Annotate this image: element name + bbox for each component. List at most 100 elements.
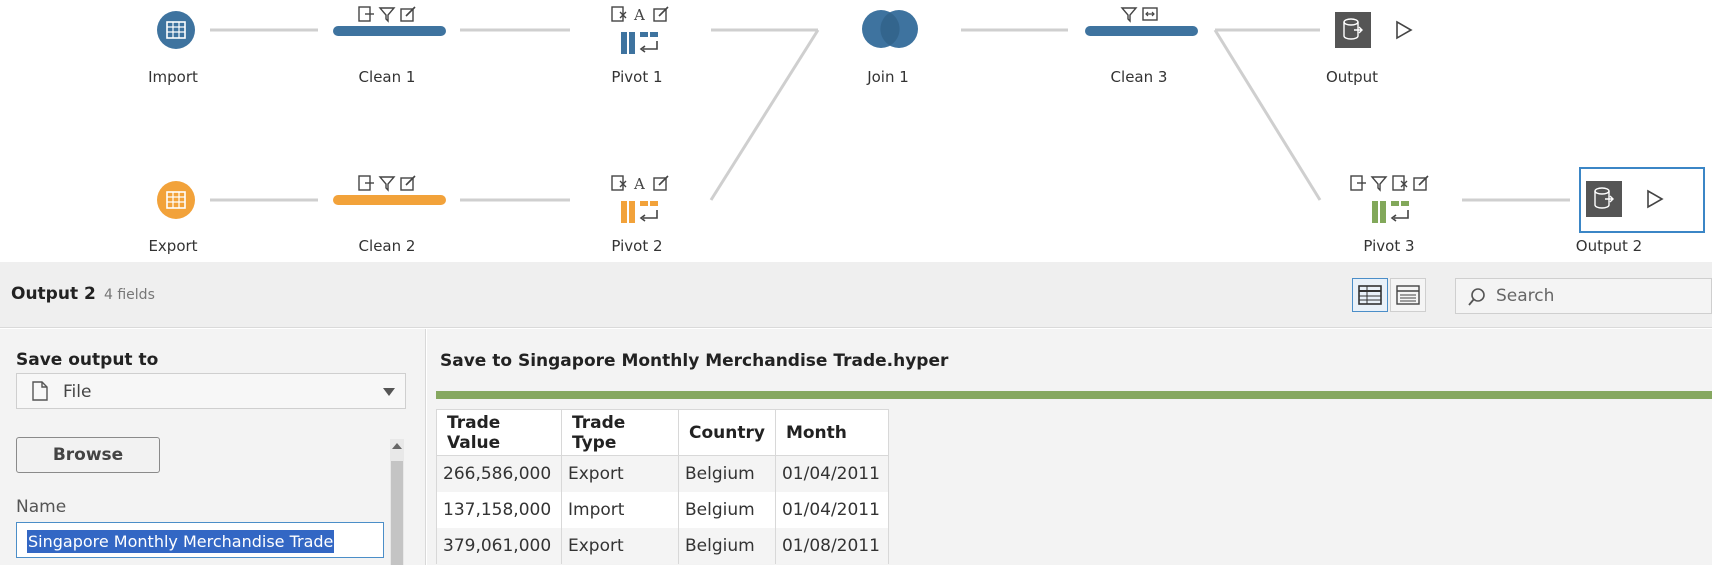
run-output2-button[interactable] [1645, 189, 1665, 213]
remove-field-icon [611, 175, 627, 191]
cell: 266,586,000 [436, 455, 562, 492]
header-row: Trade Value Trade Type Country Month [436, 409, 889, 456]
name-input[interactable]: Singapore Monthly Merchandise Trade [16, 522, 384, 558]
progress-fill [436, 391, 1712, 399]
rename-icon [358, 6, 374, 22]
flow-connections [210, 28, 1570, 202]
node-label-join1: Join 1 [867, 68, 909, 86]
search-icon [1468, 288, 1485, 306]
filter-icon [378, 7, 396, 23]
edit-icon [653, 175, 669, 191]
cell: 01/04/2011 [774, 455, 889, 492]
list-view-icon [1396, 285, 1420, 305]
table-icon [157, 181, 195, 219]
clean3-tools [1120, 5, 1159, 23]
preview-pane: Save to Singapore Monthly Merchandise Tr… [427, 329, 1712, 565]
pivot-icon [1372, 201, 1409, 223]
pivot2-tools: A [610, 174, 670, 192]
flow-canvas[interactable]: Import Clean 1 A Pivot 1 Join 1 Clean 3 … [0, 0, 1712, 262]
output2-node-selected[interactable] [1579, 167, 1705, 233]
pivot1-tools: A [610, 5, 670, 23]
cell: 01/04/2011 [774, 491, 889, 528]
filter-icon [378, 176, 396, 192]
output2-node[interactable] [1586, 181, 1622, 217]
clean1-node[interactable] [333, 26, 446, 36]
node-label-clean1: Clean 1 [358, 68, 416, 86]
node-label-output: Output [1325, 68, 1379, 86]
filter-icon [1120, 7, 1138, 23]
play-icon [1396, 20, 1413, 40]
database-output-icon [1594, 187, 1614, 209]
pivot2-node[interactable] [621, 199, 661, 229]
node-label-pivot2: Pivot 2 [611, 237, 663, 255]
clean1-tools [357, 5, 417, 23]
remove-field-icon [611, 6, 627, 22]
join1-node[interactable] [861, 9, 921, 53]
edit-icon [400, 175, 416, 191]
run-output-button[interactable] [1394, 20, 1414, 44]
file-icon [32, 381, 48, 401]
progress-bar [436, 391, 1712, 399]
remove-field-icon [1392, 175, 1408, 191]
cell: Export [561, 527, 679, 564]
browse-button[interactable]: Browse [16, 437, 160, 473]
output-node[interactable] [1335, 12, 1371, 48]
clean2-tools [357, 174, 417, 192]
dropdown-arrow-icon [383, 388, 395, 396]
settings-scrollbar[interactable] [390, 439, 404, 565]
pivot1-node[interactable] [621, 30, 661, 60]
pivot3-node[interactable] [1372, 199, 1412, 229]
filter-icon [1370, 176, 1388, 192]
rename-icon [1350, 175, 1366, 191]
play-icon [1647, 189, 1664, 209]
node-label-pivot3: Pivot 3 [1363, 237, 1415, 255]
pivot-icon [621, 32, 658, 54]
name-input-value: Singapore Monthly Merchandise Trade [27, 530, 335, 553]
edit-icon [1413, 175, 1429, 191]
table-view-button[interactable] [1352, 278, 1388, 312]
column-header[interactable]: Country [678, 409, 776, 456]
scroll-up-arrow[interactable] [392, 443, 402, 449]
pivot-icon [621, 201, 658, 223]
search-box[interactable] [1455, 278, 1712, 314]
clean2-node[interactable] [333, 195, 446, 205]
split-icon [1142, 7, 1158, 21]
calculation-icon: A [633, 175, 645, 192]
preview-table: Trade Value Trade Type Country Month 266… [436, 409, 889, 564]
list-view-button[interactable] [1390, 278, 1426, 312]
column-header[interactable]: Month [774, 409, 889, 456]
node-label-clean2: Clean 2 [358, 237, 416, 255]
export-node[interactable] [157, 181, 195, 223]
edit-icon [653, 6, 669, 22]
clean3-node[interactable] [1085, 26, 1198, 36]
rename-icon [358, 175, 374, 191]
column-header[interactable]: Trade Type [561, 409, 679, 456]
cell: Belgium [678, 491, 776, 528]
search-input[interactable] [1496, 279, 1706, 313]
panel-title: Output 2 [11, 284, 96, 304]
column-header[interactable]: Trade Value [436, 409, 562, 456]
table-view-icon [1358, 285, 1382, 305]
import-node[interactable] [157, 11, 195, 53]
svg-text:A: A [633, 6, 645, 23]
edit-icon [400, 6, 416, 22]
node-label-import: Import [148, 68, 198, 86]
cell: Import [561, 491, 679, 528]
node-label-export: Export [148, 237, 198, 255]
name-label: Name [16, 497, 67, 517]
pivot3-tools [1349, 174, 1430, 192]
scroll-thumb[interactable] [391, 461, 403, 565]
cell: 01/08/2011 [774, 527, 889, 564]
output-settings-pane: Save output to File Browse Name Singapor… [0, 329, 426, 565]
preview-title: Save to Singapore Monthly Merchandise Tr… [440, 351, 949, 371]
table-icon [157, 11, 195, 49]
table-row: 266,586,000 Export Belgium 01/04/2011 [436, 455, 889, 492]
node-label-output2: Output 2 [1575, 237, 1643, 255]
panel-header: Output 2 4 fields [0, 262, 1712, 328]
save-output-select[interactable]: File [16, 373, 406, 409]
database-output-icon [1343, 18, 1363, 40]
calculation-icon: A [633, 6, 645, 23]
table-row: 379,061,000 Export Belgium 01/08/2011 [436, 527, 889, 564]
cell: 137,158,000 [436, 491, 562, 528]
cell: Export [561, 455, 679, 492]
